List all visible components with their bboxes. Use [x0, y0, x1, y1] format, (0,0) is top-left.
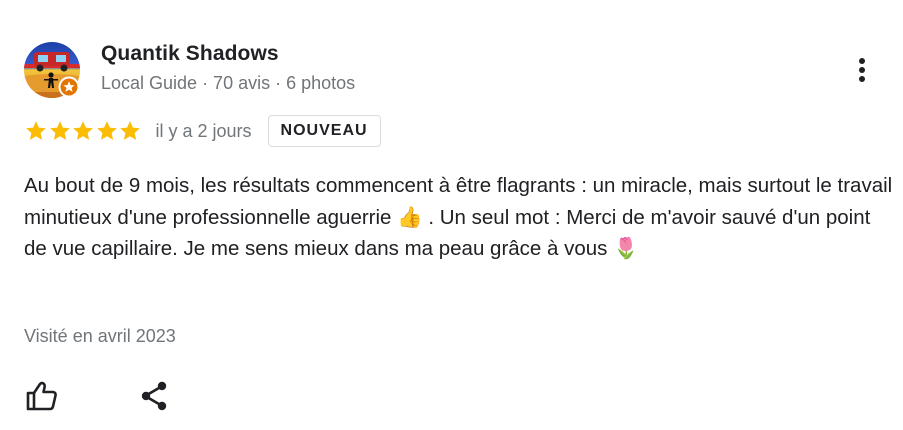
local-guide-star-badge-icon [58, 76, 80, 98]
avatar[interactable] [24, 42, 80, 98]
like-button[interactable] [22, 376, 62, 416]
new-badge: NOUVEAU [267, 115, 381, 147]
star-icon [49, 121, 70, 140]
rating-row: il y a 2 jours NOUVEAU [24, 115, 381, 147]
share-button[interactable] [134, 376, 174, 416]
visit-date: Visité en avril 2023 [24, 326, 176, 346]
more-options-button[interactable] [846, 54, 878, 86]
reviewer-name[interactable]: Quantik Shadows [101, 42, 279, 66]
review-card: Quantik Shadows Local Guide · 70 avis · … [0, 0, 903, 430]
review-text: Au bout de 9 mois, les résultats commenc… [24, 174, 893, 260]
reviewer-meta[interactable]: Local Guide · 70 avis · 6 photos [101, 73, 355, 94]
star-icon [26, 121, 46, 140]
star-rating [24, 119, 142, 143]
star-icon [96, 121, 117, 140]
star-icon [73, 121, 93, 140]
star-icon [120, 121, 140, 140]
share-icon [141, 381, 167, 411]
thumb-up-icon [26, 381, 57, 411]
more-vert-icon [859, 58, 865, 82]
review-date: il y a 2 jours [155, 120, 252, 141]
